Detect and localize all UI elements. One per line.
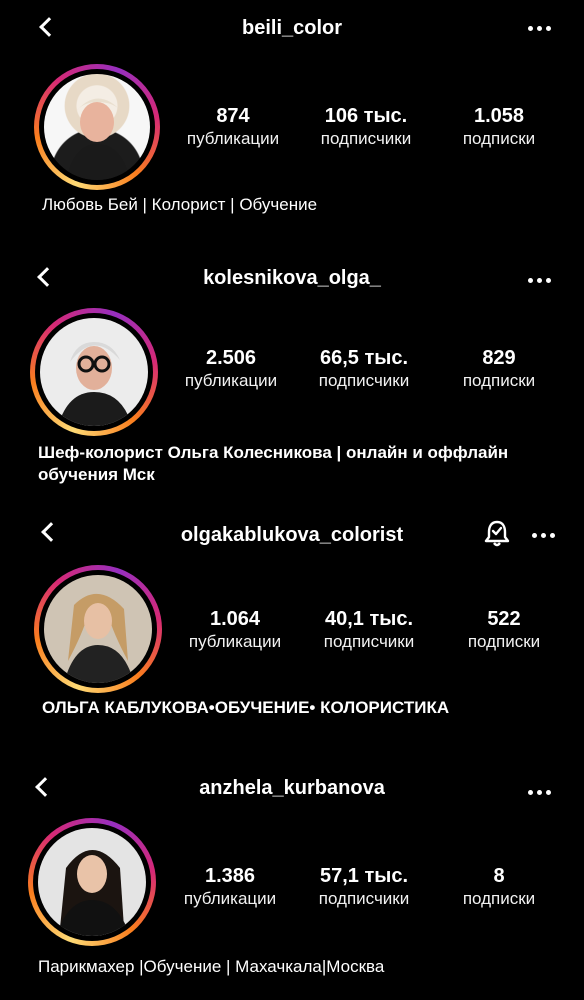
stat-following[interactable]: 1.058 подписки	[434, 104, 564, 150]
avatar[interactable]	[34, 64, 160, 190]
notification-bell-icon[interactable]	[484, 519, 510, 547]
username: beili_color	[241, 17, 343, 39]
profile-header: beili_color	[0, 8, 584, 52]
stat-following[interactable]: 522 подписки	[439, 607, 569, 653]
avatar[interactable]	[34, 565, 162, 693]
more-dots-icon[interactable]	[528, 790, 552, 796]
profile-bio: ОЛЬГА КАБЛУКОВА•ОБУЧЕНИЕ• КОЛОРИСТИКА	[42, 698, 450, 717]
username: anzhela_kurbanova	[199, 777, 385, 799]
more-dots-icon[interactable]	[528, 278, 552, 284]
avatar[interactable]	[28, 818, 156, 946]
profile-header: anzhela_kurbanova	[0, 766, 584, 810]
profile-kolesnikova-olga: kolesnikova_olga_ 2.506 публикации 66,5 …	[0, 250, 584, 500]
profile-photo-icon	[56, 850, 130, 936]
profile-bio: Парикмахер |Обучение | Махачкала|Москва	[38, 957, 385, 976]
stat-following[interactable]: 829 подписки	[434, 346, 564, 392]
profile-photo-icon	[66, 98, 130, 180]
more-dots-icon[interactable]	[528, 26, 552, 32]
profile-bio: Любовь Бей | Колорист | Обучение	[42, 195, 318, 214]
stat-posts[interactable]: 2.506 публикации	[166, 346, 296, 392]
stat-followers[interactable]: 66,5 тыс. подписчики	[299, 346, 429, 392]
username: kolesnikova_olga_	[203, 267, 381, 289]
stat-following[interactable]: 8 подписки	[434, 864, 564, 910]
profile-bio-line-1: Шеф-колорист Ольга Колесникова | онлайн …	[38, 443, 509, 462]
stat-followers[interactable]: 40,1 тыс. подписчики	[304, 607, 434, 653]
more-dots-icon[interactable]	[532, 533, 556, 539]
stat-followers[interactable]: 57,1 тыс. подписчики	[299, 864, 429, 910]
stat-posts[interactable]: 1.386 публикации	[165, 864, 295, 910]
profile-header: olgakablukova_colorist	[0, 511, 584, 555]
stat-followers[interactable]: 106 тыс. подписчики	[301, 104, 431, 150]
stat-posts[interactable]: 874 публикации	[168, 104, 298, 150]
stat-posts[interactable]: 1.064 публикации	[170, 607, 300, 653]
profile-anzhela-kurbanova: anzhela_kurbanova 1.386 публикации 57,1 …	[0, 760, 584, 1000]
profile-olgakablukova-colorist: olgakablukova_colorist 1.064 публикации …	[0, 505, 584, 740]
profile-header: kolesnikova_olga_	[0, 256, 584, 300]
profile-bio-line-2: обучения Мск	[38, 465, 155, 484]
avatar[interactable]	[30, 308, 158, 436]
profile-beili-color: beili_color 874 публикации 106 тыс. подп…	[0, 0, 584, 240]
profile-photo-icon	[58, 342, 132, 426]
profile-photo-icon	[64, 593, 134, 683]
